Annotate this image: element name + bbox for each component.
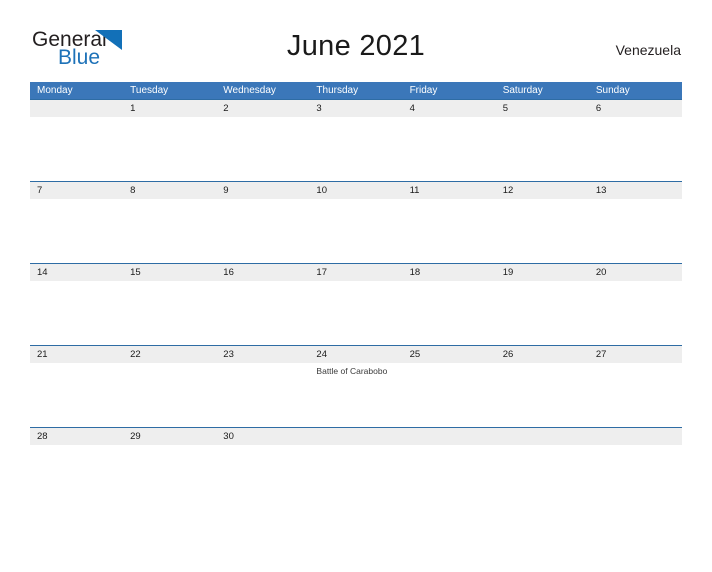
calendar-page: General Blue June 2021 Venezuela Monday … — [0, 22, 712, 572]
event-cell[interactable] — [403, 117, 496, 181]
date-cell[interactable] — [309, 428, 402, 445]
date-cell[interactable]: 24 — [309, 346, 402, 363]
date-cell[interactable]: 30 — [216, 428, 309, 445]
calendar-week-row: 1 2 3 4 5 6 — [30, 99, 682, 181]
week-date-strip: 28 29 30 — [30, 427, 682, 445]
event-cell[interactable] — [30, 199, 123, 263]
date-cell[interactable]: 14 — [30, 264, 123, 281]
date-cell[interactable]: 28 — [30, 428, 123, 445]
date-cell[interactable] — [589, 428, 682, 445]
date-cell[interactable]: 21 — [30, 346, 123, 363]
date-cell[interactable]: 2 — [216, 100, 309, 117]
date-cell[interactable]: 23 — [216, 346, 309, 363]
country-label: Venezuela — [615, 42, 681, 58]
week-event-strip — [30, 199, 682, 263]
date-cell[interactable]: 3 — [309, 100, 402, 117]
event-cell[interactable] — [123, 199, 216, 263]
event-cell[interactable] — [589, 199, 682, 263]
event-cell[interactable] — [589, 281, 682, 345]
event-cell[interactable] — [30, 445, 123, 509]
calendar-week-row: 21 22 23 24 25 26 27 Battle of Carabobo — [30, 345, 682, 427]
date-cell[interactable] — [403, 428, 496, 445]
event-cell[interactable] — [123, 445, 216, 509]
calendar-grid: Monday Tuesday Wednesday Thursday Friday… — [30, 82, 682, 509]
weekday-wednesday: Wednesday — [223, 85, 276, 96]
date-cell[interactable]: 12 — [496, 182, 589, 199]
event-cell[interactable] — [496, 363, 589, 427]
weekday-monday: Monday — [37, 85, 73, 96]
event-cell[interactable] — [309, 445, 402, 509]
event-cell[interactable] — [30, 363, 123, 427]
date-cell[interactable]: 1 — [123, 100, 216, 117]
date-cell[interactable]: 6 — [589, 100, 682, 117]
date-cell[interactable]: 16 — [216, 264, 309, 281]
date-cell[interactable]: 20 — [589, 264, 682, 281]
event-cell[interactable] — [216, 117, 309, 181]
event-cell[interactable] — [216, 281, 309, 345]
date-cell[interactable] — [30, 100, 123, 117]
event-cell[interactable] — [496, 445, 589, 509]
date-cell[interactable]: 9 — [216, 182, 309, 199]
event-cell[interactable] — [496, 281, 589, 345]
event-cell[interactable] — [123, 117, 216, 181]
event-cell[interactable] — [30, 281, 123, 345]
event-cell-holiday[interactable]: Battle of Carabobo — [309, 363, 402, 427]
calendar-week-row: 28 29 30 — [30, 427, 682, 509]
date-cell[interactable]: 27 — [589, 346, 682, 363]
week-event-strip: Battle of Carabobo — [30, 363, 682, 427]
date-cell[interactable]: 19 — [496, 264, 589, 281]
week-date-strip: 14 15 16 17 18 19 20 — [30, 263, 682, 281]
weekday-header-row: Monday Tuesday Wednesday Thursday Friday… — [30, 82, 682, 99]
date-cell[interactable]: 15 — [123, 264, 216, 281]
date-cell[interactable]: 13 — [589, 182, 682, 199]
event-cell[interactable] — [309, 199, 402, 263]
event-cell[interactable] — [403, 281, 496, 345]
event-cell[interactable] — [403, 199, 496, 263]
date-cell[interactable]: 25 — [403, 346, 496, 363]
week-date-strip: 7 8 9 10 11 12 13 — [30, 181, 682, 199]
date-cell[interactable]: 5 — [496, 100, 589, 117]
event-cell[interactable] — [403, 445, 496, 509]
date-cell[interactable]: 22 — [123, 346, 216, 363]
week-event-strip — [30, 281, 682, 345]
event-cell[interactable] — [123, 363, 216, 427]
weekday-tuesday: Tuesday — [130, 85, 169, 96]
date-cell[interactable]: 4 — [403, 100, 496, 117]
event-cell[interactable] — [216, 445, 309, 509]
event-cell[interactable] — [403, 363, 496, 427]
event-cell[interactable] — [309, 117, 402, 181]
date-cell[interactable]: 10 — [309, 182, 402, 199]
event-cell[interactable] — [123, 281, 216, 345]
event-cell[interactable] — [589, 363, 682, 427]
week-event-strip — [30, 445, 682, 509]
date-cell[interactable] — [496, 428, 589, 445]
event-cell[interactable] — [216, 363, 309, 427]
week-date-strip: 1 2 3 4 5 6 — [30, 99, 682, 117]
date-cell[interactable]: 11 — [403, 182, 496, 199]
date-cell[interactable]: 8 — [123, 182, 216, 199]
event-cell[interactable] — [309, 281, 402, 345]
event-cell[interactable] — [496, 199, 589, 263]
weekday-thursday: Thursday — [316, 85, 359, 96]
event-cell[interactable] — [30, 117, 123, 181]
date-cell[interactable]: 7 — [30, 182, 123, 199]
weekday-saturday: Saturday — [502, 85, 543, 96]
weekday-sunday: Sunday — [595, 85, 630, 96]
calendar-week-row: 14 15 16 17 18 19 20 — [30, 263, 682, 345]
event-text: Battle of Carabobo — [316, 366, 388, 376]
page-title: June 2021 — [286, 30, 426, 62]
event-cell[interactable] — [496, 117, 589, 181]
date-cell[interactable]: 17 — [309, 264, 402, 281]
week-date-strip: 21 22 23 24 25 26 27 — [30, 345, 682, 363]
event-cell[interactable] — [589, 445, 682, 509]
weekday-friday: Friday — [409, 85, 438, 96]
page-header: General Blue June 2021 Venezuela — [30, 22, 682, 82]
date-cell[interactable]: 26 — [496, 346, 589, 363]
event-cell[interactable] — [589, 117, 682, 181]
week-event-strip — [30, 117, 682, 181]
date-cell[interactable]: 18 — [403, 264, 496, 281]
event-cell[interactable] — [216, 199, 309, 263]
calendar-week-row: 7 8 9 10 11 12 13 — [30, 181, 682, 263]
date-cell[interactable]: 29 — [123, 428, 216, 445]
